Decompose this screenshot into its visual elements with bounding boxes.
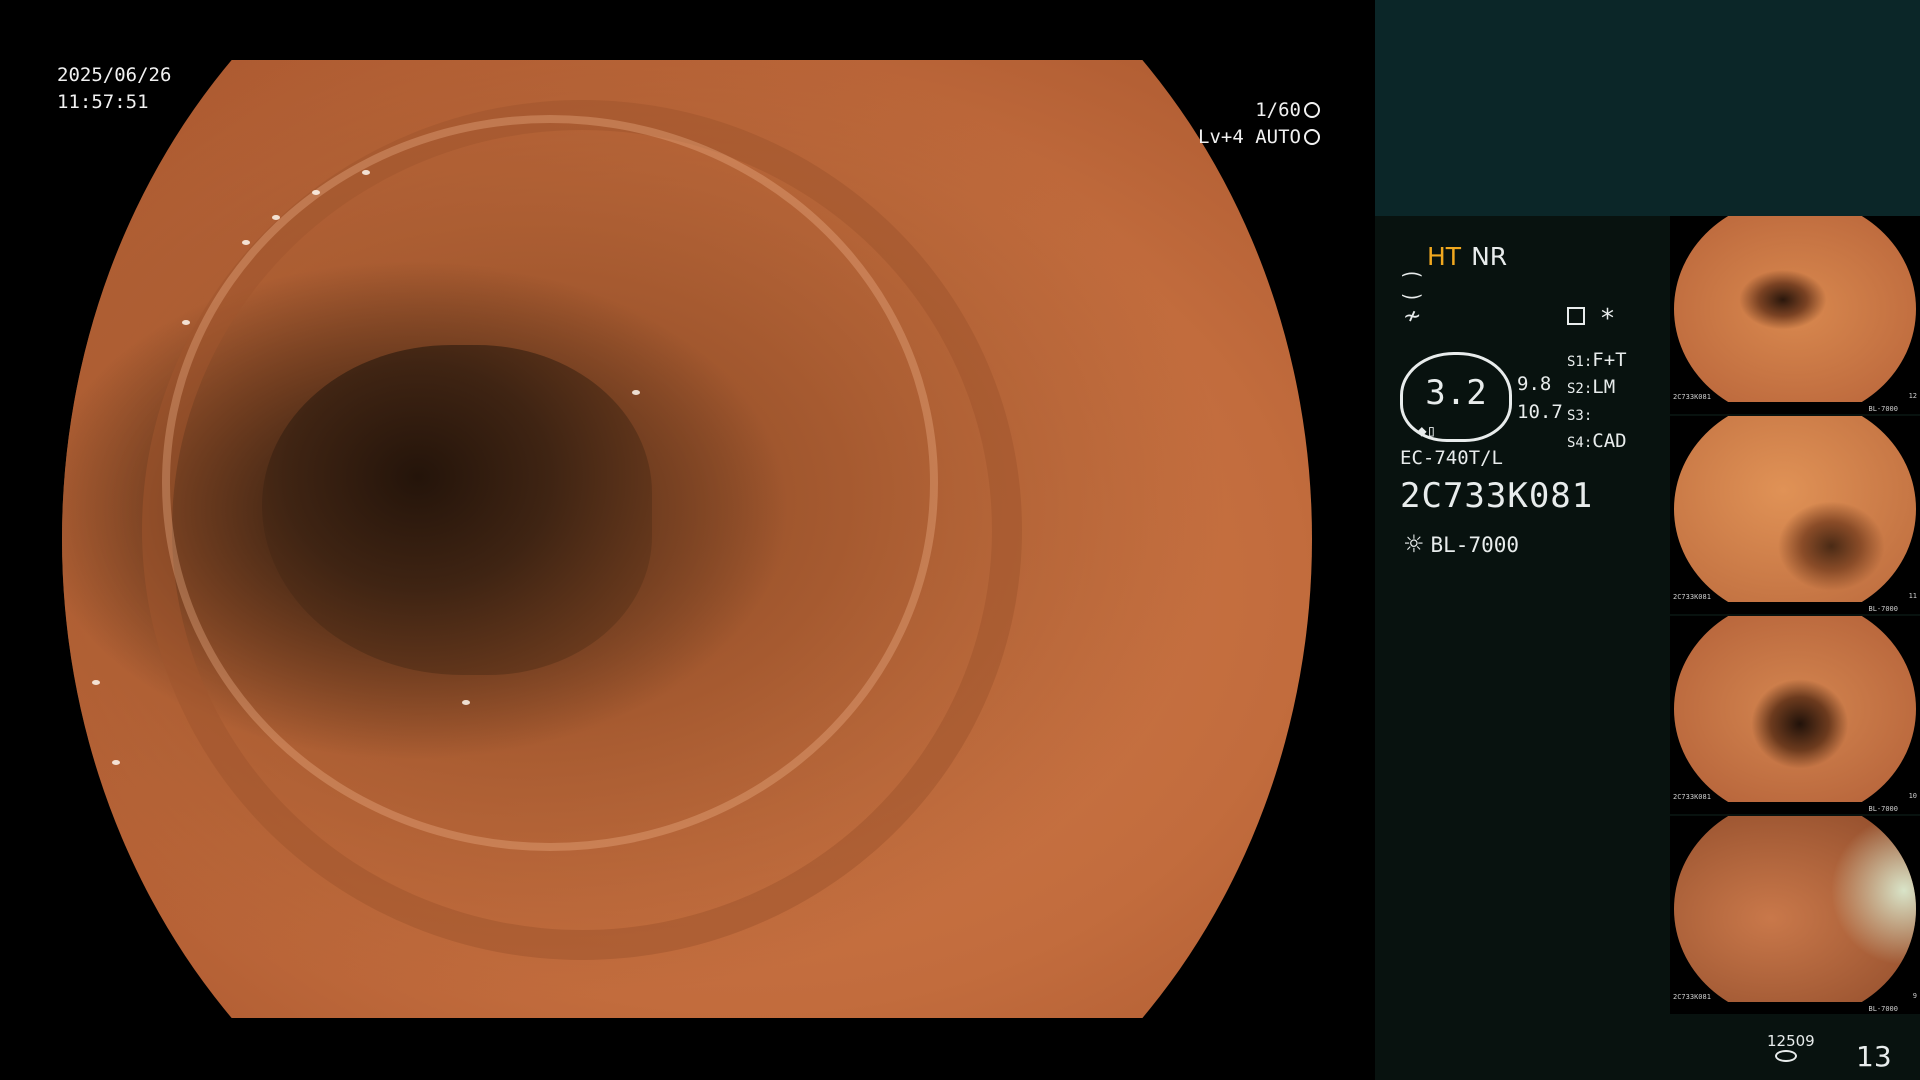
thumbnail-image [1674, 216, 1916, 402]
endoscopy-screen: 2025/06/26 11:57:51 1/60 Lv+4 AUTO HT NR … [0, 0, 1920, 1080]
switch-row: S1:F+T [1567, 349, 1627, 371]
thumbnail-image [1674, 616, 1916, 802]
scope-switch-assignments: S1:F+T S2:LM S3: S4:CAD [1567, 348, 1627, 456]
thumbnail-image [1674, 816, 1916, 1002]
light-reflection [362, 170, 370, 175]
zoom-range: 9.8 10.7 [1517, 370, 1563, 426]
enhancement-status: HT NR [1427, 242, 1507, 271]
captured-thumbnail[interactable]: 2C733K081 12 BL-7000 [1670, 216, 1920, 414]
light-reflection [182, 320, 190, 325]
light-reflection [462, 700, 470, 705]
capture-count: 12509 [1767, 1032, 1815, 1050]
captured-thumbnail[interactable]: 2C733K081 9 BL-7000 [1670, 816, 1920, 1014]
time-text: 11:57:51 [57, 91, 149, 113]
exposure-info: 1/60 Lv+4 AUTO [1198, 97, 1320, 151]
color-enhance-icon: ≁ [1403, 304, 1422, 329]
light-reflection [92, 680, 100, 685]
date-text: 2025/06/26 [57, 64, 172, 86]
iris-icon [1304, 129, 1320, 145]
light-source-label: BL-7000 [1430, 533, 1520, 557]
date-time: 2025/06/26 11:57:51 [57, 62, 171, 116]
zoom-range-top: 9.8 [1517, 373, 1552, 395]
light-reflection [112, 760, 120, 765]
scope-serial: 2C733K081 [1400, 476, 1594, 516]
zoom-marker-icon: ◆▯ [1417, 421, 1437, 440]
captured-image-list: 2C733K081 12 BL-7000 2C733K081 11 BL-700… [1670, 216, 1920, 1016]
captured-thumbnail[interactable]: 2C733K081 10 BL-7000 [1670, 616, 1920, 814]
zoom-value: 3.2 [1425, 373, 1487, 413]
shutter-text: 1/60 [1255, 99, 1301, 121]
zoom-range-bottom: 10.7 [1517, 401, 1563, 423]
shutter-icon [1304, 102, 1320, 118]
light-reflection [632, 390, 640, 395]
scope-model: EC-740T/L [1400, 447, 1503, 469]
light-reflection [242, 240, 250, 245]
asterisk-icon: * [1601, 304, 1614, 334]
info-panel-header [1375, 0, 1920, 216]
captured-thumbnail[interactable]: 2C733K081 11 BL-7000 [1670, 416, 1920, 614]
enhance-nr-label: NR [1471, 242, 1508, 271]
iris-text: Lv+4 AUTO [1198, 126, 1301, 148]
light-source: ☼ BL-7000 [1403, 530, 1519, 558]
thumbnail-image [1674, 416, 1916, 602]
light-reflection [272, 215, 280, 220]
endoscopic-image [62, 60, 1312, 1018]
memo-icon [1567, 307, 1585, 325]
switch-row: S3: [1567, 408, 1593, 424]
structure-enhance-icon: ⁐ [1403, 274, 1421, 299]
light-source-icon: ☼ [1403, 530, 1425, 558]
zoom-indicator: 3.2 ◆▯ [1400, 352, 1512, 442]
switch-row: S2:LM [1567, 376, 1616, 398]
enhance-ht-label: HT [1427, 242, 1462, 271]
bowel-lumen [262, 345, 652, 675]
disk-icon [1775, 1050, 1797, 1062]
page-number: 13 [1856, 1040, 1892, 1073]
switch-row: S4:CAD [1567, 430, 1627, 452]
light-reflection [312, 190, 320, 195]
